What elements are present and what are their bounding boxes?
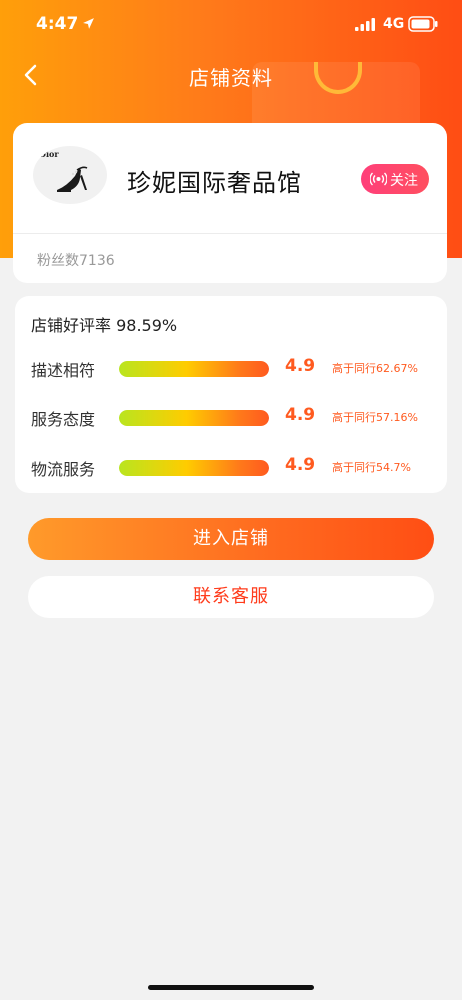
divider <box>13 233 447 234</box>
rating-bar <box>119 410 269 426</box>
rating-row-description: 描述相符 4.9 高于同行62.67% <box>15 353 447 383</box>
rating-bar-fill <box>119 460 269 476</box>
page-title: 店铺资料 <box>189 66 273 90</box>
fans-count: 粉丝数7136 <box>37 253 115 269</box>
store-name: 珍妮国际奢品馆 <box>127 169 302 197</box>
rating-label: 服务态度 <box>31 410 96 429</box>
rating-bar <box>119 460 269 476</box>
contact-service-button[interactable]: 联系客服 <box>28 576 434 618</box>
positive-rating-rate: 店铺好评率 98.59% <box>31 316 178 335</box>
location-arrow-icon <box>83 18 94 29</box>
rating-score: 4.9 <box>285 356 316 376</box>
rating-score: 4.9 <box>285 405 316 425</box>
high-heel-shoe-image <box>57 166 88 192</box>
rating-compare: 高于同行57.16% <box>332 411 418 424</box>
rating-bar-fill <box>119 410 269 426</box>
rating-score: 4.9 <box>285 455 316 475</box>
status-time: 4:47 <box>36 14 79 34</box>
enter-store-button[interactable]: 进入店铺 <box>28 518 434 560</box>
rating-compare: 高于同行54.7% <box>332 461 411 474</box>
navigation-bar: 店铺资料 <box>0 50 462 100</box>
store-rating-card: 店铺好评率 98.59% 描述相符 4.9 高于同行62.67% 服务态度 4.… <box>15 296 447 493</box>
signal-bars-icon <box>355 18 375 31</box>
rating-row-service: 服务态度 4.9 高于同行57.16% <box>15 402 447 432</box>
store-info-card: Dior 珍妮国际奢品馆 关注 粉丝数7136 <box>13 123 447 283</box>
broadcast-icon <box>370 172 387 186</box>
rating-bar <box>119 361 269 377</box>
rating-label: 描述相符 <box>31 361 96 380</box>
battery-icon <box>408 16 438 32</box>
home-indicator <box>148 985 314 990</box>
rating-row-logistics: 物流服务 4.9 高于同行54.7% <box>15 452 447 482</box>
follow-button[interactable]: 关注 <box>361 164 429 194</box>
rating-compare: 高于同行62.67% <box>332 362 418 375</box>
store-logo: Dior <box>33 146 107 204</box>
follow-label: 关注 <box>390 173 418 189</box>
network-type: 4G <box>383 16 405 32</box>
rating-label: 物流服务 <box>31 460 96 479</box>
status-bar: 4:47 4G <box>0 0 462 50</box>
rating-bar-fill <box>119 361 269 377</box>
